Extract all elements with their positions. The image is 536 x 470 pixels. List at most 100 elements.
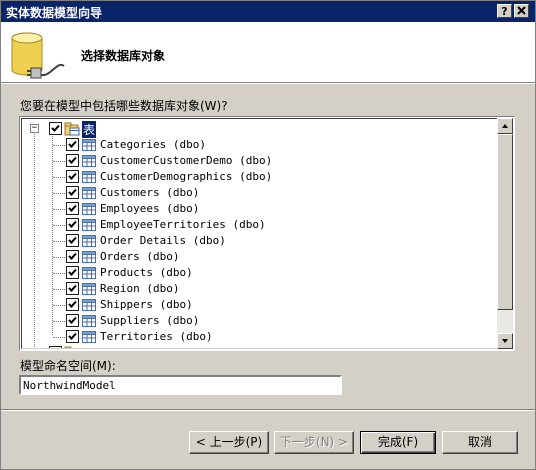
arrow-up-icon (502, 124, 508, 128)
tree-root-label: 表 (82, 121, 97, 138)
tree-item-label: EmployeeTerritories (dbo) (100, 218, 266, 231)
table-icon (82, 203, 96, 215)
tree-root-views[interactable]: + 视图 (22, 345, 492, 349)
tree-item[interactable]: Categories (dbo) (22, 137, 492, 153)
item-checkbox[interactable] (66, 170, 79, 183)
tree-item[interactable]: Orders (dbo) (22, 249, 492, 265)
tree-line (53, 289, 65, 290)
item-checkbox[interactable] (66, 202, 79, 215)
item-checkbox[interactable] (66, 266, 79, 279)
tree-item-label: CustomerCustomerDemo (dbo) (100, 154, 273, 167)
tree-item[interactable]: Suppliers (dbo) (22, 313, 492, 329)
table-icon (82, 331, 96, 343)
item-checkbox[interactable] (66, 154, 79, 167)
tree-item[interactable]: CustomerDemographics (dbo) (22, 169, 492, 185)
table-icon (82, 139, 96, 151)
check-icon (68, 268, 77, 276)
tree-line (53, 145, 65, 146)
namespace-input[interactable] (19, 375, 342, 395)
table-icon (82, 235, 96, 247)
title-bar[interactable]: 实体数据模型向导 ? (1, 1, 535, 22)
header-divider (1, 83, 535, 84)
tree-label: 您要在模型中包括哪些数据库对象(W)? (20, 99, 228, 113)
window-title: 实体数据模型向导 (6, 6, 103, 20)
tree-line (53, 337, 65, 338)
item-checkbox[interactable] (66, 314, 79, 327)
arrow-down-icon (502, 339, 508, 343)
folder-views-icon (64, 346, 72, 348)
tree-item[interactable]: EmployeeTerritories (dbo) (22, 217, 492, 233)
check-icon (68, 252, 77, 260)
tree-item[interactable]: Territories (dbo) (22, 329, 492, 345)
expand-toggle[interactable]: + (32, 348, 37, 349)
checkbox-tables[interactable] (49, 122, 62, 135)
page-title: 选择数据库对象 (81, 49, 166, 63)
tree-item[interactable]: Shippers (dbo) (22, 297, 492, 313)
table-icon (82, 315, 96, 327)
help-button[interactable]: ? (497, 4, 512, 18)
table-icon (82, 251, 96, 263)
check-icon (68, 220, 77, 228)
check-icon (68, 156, 77, 164)
tree-item[interactable]: Customers (dbo) (22, 185, 492, 201)
next-button[interactable]: 下一步(N) > (274, 431, 354, 454)
tree-item[interactable]: Products (dbo) (22, 265, 492, 281)
tree-item-label: Order Details (dbo) (100, 234, 226, 247)
check-icon (68, 300, 77, 308)
tree-item[interactable]: CustomerCustomerDemo (dbo) (22, 153, 492, 169)
close-icon (517, 6, 526, 15)
check-icon (68, 284, 77, 292)
tree-item-label: Orders (dbo) (100, 250, 180, 263)
tree-scrollbar[interactable] (497, 118, 513, 349)
table-icon (82, 267, 96, 279)
item-checkbox[interactable] (66, 282, 79, 295)
tree-views-label: 视图 (82, 345, 106, 348)
collapse-toggle[interactable]: − (30, 124, 39, 133)
tree-root-tables[interactable]: − 表 (22, 121, 492, 138)
tree-item-label: Products (dbo) (100, 266, 193, 279)
item-checkbox[interactable] (66, 138, 79, 151)
db-object-tree[interactable]: − 表 Categories (dbo) CustomerCustomerDemo… (19, 116, 515, 351)
tree-item-label: Customers (dbo) (100, 186, 200, 199)
tree-item-label: Shippers (dbo) (100, 298, 193, 311)
tree-item[interactable]: Region (dbo) (22, 281, 492, 297)
tree-item-label: CustomerDemographics (dbo) (100, 170, 273, 183)
back-button[interactable]: < 上一步(P) (189, 431, 269, 454)
tree-line (53, 257, 65, 258)
cancel-button[interactable]: 取消 (442, 431, 518, 454)
table-icon (82, 187, 96, 199)
item-checkbox[interactable] (66, 298, 79, 311)
table-icon (82, 219, 96, 231)
tree-item[interactable]: Order Details (dbo) (22, 233, 492, 249)
scroll-down-button[interactable] (497, 333, 513, 349)
check-icon (68, 204, 77, 212)
check-icon (51, 124, 60, 132)
scroll-thumb[interactable] (497, 134, 513, 310)
tree-item-label: Employees (dbo) (100, 202, 200, 215)
tree-line (53, 193, 65, 194)
item-checkbox[interactable] (66, 234, 79, 247)
item-checkbox[interactable] (66, 218, 79, 231)
checkbox-views[interactable] (49, 346, 62, 348)
finish-button[interactable]: 完成(F) (360, 431, 436, 454)
tree-line (53, 225, 65, 226)
check-icon (68, 172, 77, 180)
item-checkbox[interactable] (66, 186, 79, 199)
table-icon (82, 155, 96, 167)
close-button[interactable] (514, 4, 529, 18)
tree-line (53, 321, 65, 322)
namespace-label: 模型命名空间(M): (20, 359, 116, 373)
tree-item[interactable]: Employees (dbo) (22, 201, 492, 217)
tree-line (53, 241, 65, 242)
item-checkbox[interactable] (66, 250, 79, 263)
check-icon (68, 188, 77, 196)
item-checkbox[interactable] (66, 330, 79, 343)
check-icon (68, 140, 77, 148)
folder-tables-icon (64, 122, 80, 136)
tree-line (53, 161, 65, 162)
scroll-up-button[interactable] (497, 118, 513, 134)
table-icon (82, 299, 96, 311)
tree-content: − 表 Categories (dbo) CustomerCustomerDemo… (21, 118, 498, 349)
table-icon (82, 283, 96, 295)
check-icon (68, 316, 77, 324)
